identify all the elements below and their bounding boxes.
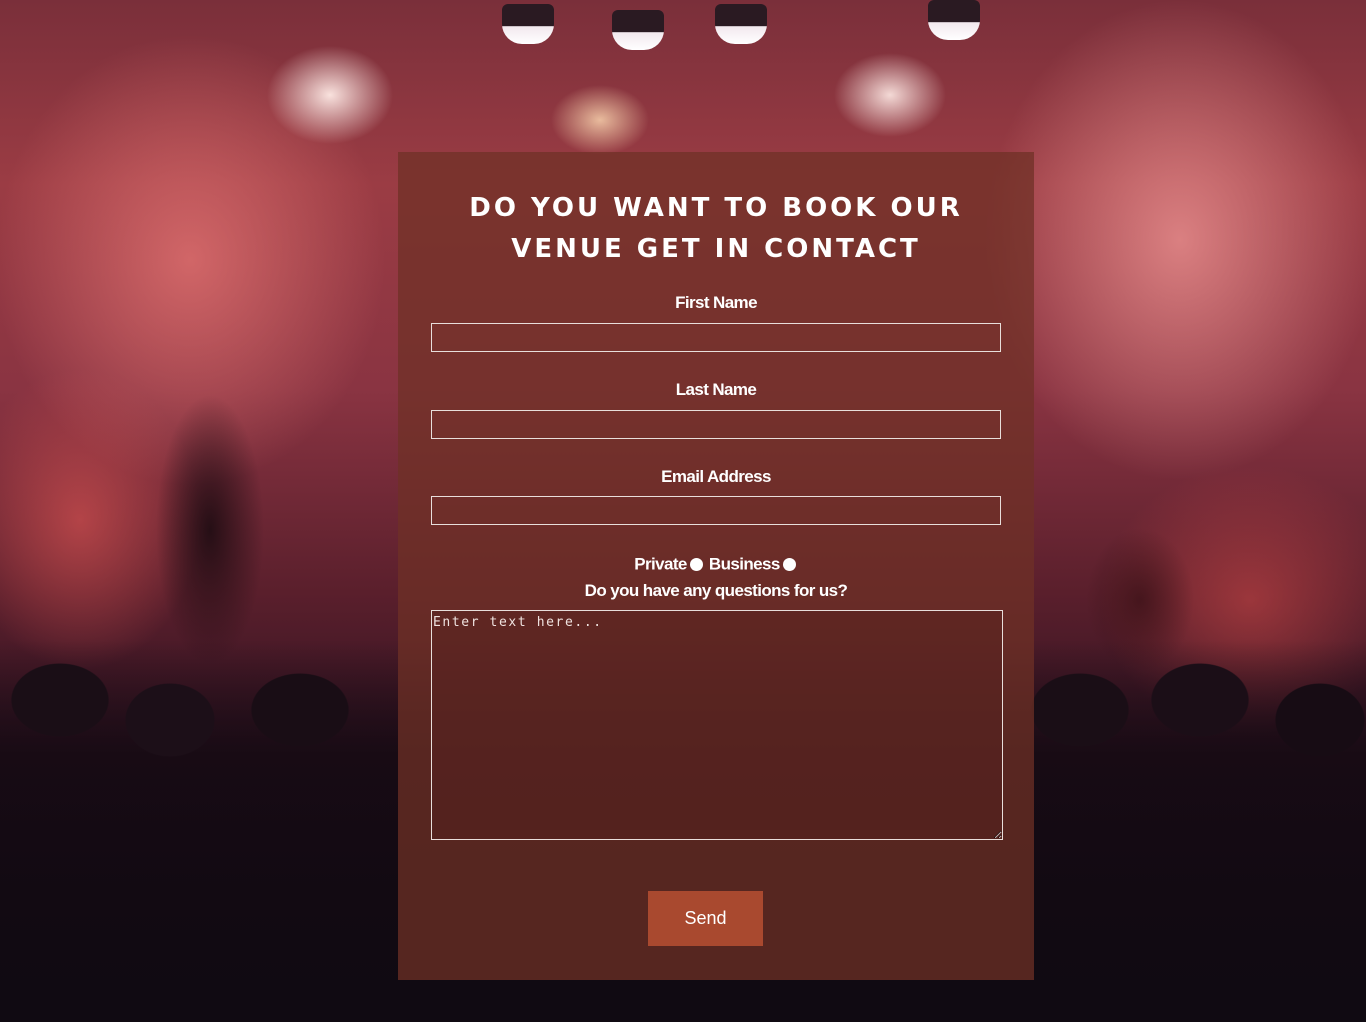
form-title: DO YOU WANT TO BOOK OUR VENUE GET IN CON…: [469, 193, 963, 264]
background-performer-left: [140, 380, 280, 680]
questions-label: Do you have any questions for us?: [584, 581, 848, 600]
first-name-label: First Name: [675, 293, 757, 312]
business-radio[interactable]: [782, 558, 796, 572]
stage-light: [715, 4, 767, 44]
questions-textarea[interactable]: [431, 610, 1003, 840]
first-name-input[interactable]: [431, 323, 1001, 352]
private-radio-label: Private: [634, 554, 687, 574]
last-name-label: Last Name: [675, 380, 757, 399]
booking-contact-form: DO YOU WANT TO BOOK OUR VENUE GET IN CON…: [398, 152, 1034, 980]
stage-light: [502, 4, 554, 44]
booking-type-radio-group: Private Business: [398, 554, 1034, 575]
business-radio-label: Business: [708, 554, 780, 574]
stage-light: [612, 10, 664, 50]
send-button[interactable]: Send: [648, 891, 763, 946]
stage-light: [928, 0, 980, 40]
email-input[interactable]: [431, 496, 1001, 525]
email-label: Email Address: [661, 467, 771, 486]
private-radio[interactable]: [689, 558, 703, 572]
last-name-input[interactable]: [431, 410, 1001, 439]
